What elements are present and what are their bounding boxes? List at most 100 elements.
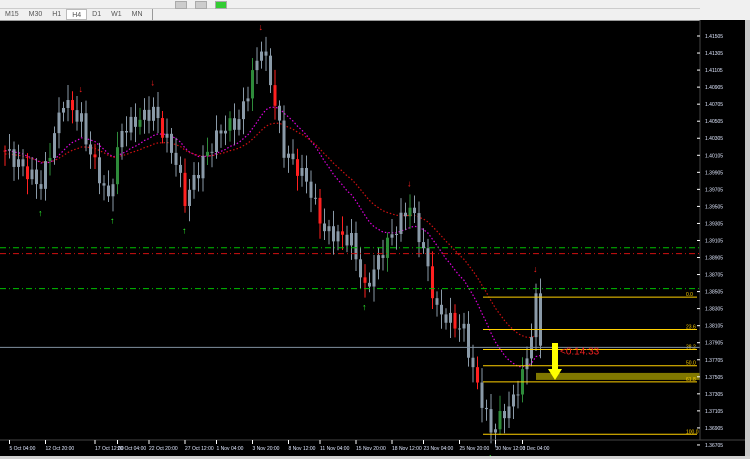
candle-body	[458, 328, 461, 330]
candle-body	[498, 411, 502, 430]
fib-level-label: 0.0	[686, 292, 693, 298]
price-tick-label: 1.39705	[705, 187, 723, 193]
candle-body	[21, 159, 25, 167]
candle-body	[296, 159, 299, 176]
price-chart[interactable]: 0.023.638.250.061.8100.01.37850<0:14:33↓…	[0, 20, 745, 456]
tab-d1[interactable]: D1	[87, 9, 106, 20]
candle-body	[35, 169, 38, 185]
candle-body	[12, 149, 16, 167]
timeframe-bar: M15 M30 H1 H4 D1 W1 MN	[0, 9, 153, 20]
candle-body	[53, 133, 56, 158]
candle-body	[192, 174, 196, 190]
candle-body	[435, 298, 439, 305]
candle-body	[156, 106, 160, 119]
price-tick-label: 1.37105	[705, 409, 723, 415]
price-tick-label: 1.40105	[705, 153, 723, 159]
time-tick-label: 3 Dec 04:00	[523, 446, 550, 452]
fractal-down-arrow-icon: ↓	[79, 84, 84, 94]
price-tick-label: 1.40305	[705, 136, 723, 142]
candle-body	[242, 101, 245, 120]
candle-body	[174, 152, 178, 165]
price-tick-label: 1.38905	[705, 256, 723, 262]
candle-body	[417, 213, 421, 243]
price-tick-label: 1.36905	[705, 426, 723, 432]
candle-body	[66, 100, 70, 108]
candle-body	[111, 184, 115, 197]
candle-body	[44, 161, 47, 189]
candle-body	[134, 116, 137, 127]
time-tick-label: 1 Nov 04:00	[217, 446, 244, 452]
candle-body	[539, 293, 542, 346]
fib-level-label: 50.0	[686, 361, 696, 367]
candle-body	[516, 394, 520, 396]
time-tick-label: 27 Oct 12:00	[185, 446, 214, 452]
price-tick-label: 1.39305	[705, 221, 723, 227]
candle-body	[404, 212, 407, 217]
add-icon[interactable]	[215, 1, 227, 9]
candle-body	[534, 293, 538, 338]
time-tick-label: 8 Nov 12:00	[289, 446, 316, 452]
price-tick-label: 1.37305	[705, 392, 723, 398]
tab-m15[interactable]: M15	[0, 9, 24, 20]
candle-body	[368, 282, 371, 287]
candle-body	[197, 174, 200, 179]
candle-body	[363, 277, 367, 283]
chart-tool-icon[interactable]	[195, 1, 207, 9]
candle-body	[80, 113, 83, 122]
candle-body	[359, 259, 362, 278]
time-tick-label: 30 Nov 12:00	[496, 446, 526, 452]
candle-body	[512, 394, 515, 407]
candle-body	[269, 55, 272, 86]
candle-body	[201, 156, 205, 179]
candle-body	[476, 367, 479, 383]
candle-body	[291, 153, 295, 160]
candle-body	[107, 185, 110, 197]
toolbar: M15 M30 H1 H4 D1 W1 MN	[0, 0, 750, 21]
candle-body	[327, 226, 331, 232]
candle-body	[282, 120, 286, 158]
candle-body	[467, 323, 470, 358]
candle-body	[431, 266, 434, 299]
scrollbar[interactable]	[745, 20, 750, 459]
candle-body	[89, 144, 92, 155]
candle-body	[413, 207, 416, 214]
price-tick-label: 1.41305	[705, 51, 723, 57]
target-zone	[536, 372, 703, 380]
candle-body	[264, 51, 268, 56]
tab-mn[interactable]: MN	[127, 9, 148, 20]
candle-body	[287, 153, 290, 158]
candle-body	[165, 133, 169, 138]
chart-tool-icon[interactable]	[175, 1, 187, 9]
fractal-up-arrow-icon: ↑	[182, 225, 187, 235]
candle-body	[210, 151, 214, 153]
tab-m30[interactable]: M30	[24, 9, 48, 20]
time-tick-label: 11 Nov 04:00	[320, 446, 350, 452]
candle-body	[84, 113, 88, 145]
time-tick-label: 5 Oct 04:00	[10, 446, 36, 452]
candle-body	[71, 100, 74, 111]
fractal-down-arrow-icon: ↓	[151, 78, 156, 88]
candle-body	[26, 166, 29, 180]
fractal-down-arrow-icon: ↓	[533, 264, 538, 274]
time-tick-label: 20 Oct 04:00	[118, 446, 147, 452]
candle-body	[93, 154, 97, 158]
ma-fast-line	[4, 106, 541, 368]
candle-body	[341, 231, 344, 235]
candle-body	[255, 60, 259, 71]
candle-body	[323, 223, 326, 232]
tab-h1[interactable]: H1	[47, 9, 66, 20]
fractal-down-arrow-icon: ↓	[259, 22, 264, 32]
candle-body	[228, 118, 232, 131]
candle-body	[138, 119, 142, 127]
candle-body	[170, 133, 173, 153]
price-tick-label: 1.40905	[705, 85, 723, 91]
tab-w1[interactable]: W1	[106, 9, 127, 20]
candle-body	[215, 130, 218, 152]
candle-body	[440, 304, 443, 315]
price-tick-label: 1.40705	[705, 102, 723, 108]
candle-body	[246, 98, 250, 102]
candle-body	[8, 149, 11, 151]
tab-h4[interactable]: H4	[66, 9, 88, 20]
candle-body	[125, 130, 128, 133]
candle-body	[503, 411, 506, 419]
